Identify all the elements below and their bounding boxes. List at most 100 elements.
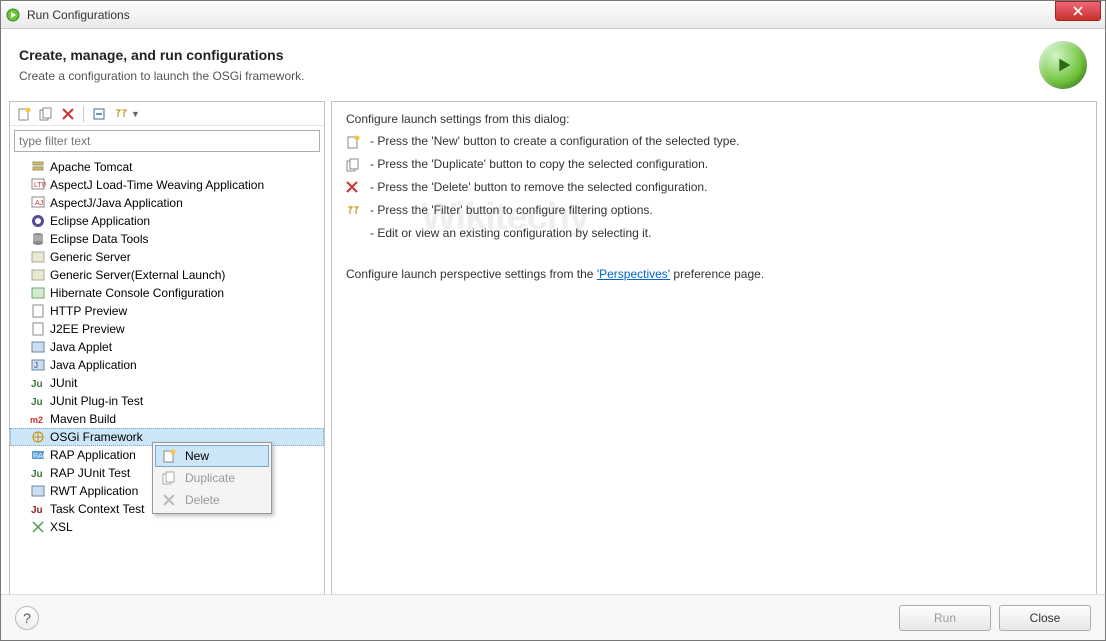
- config-type-icon: [30, 303, 46, 319]
- config-type-icon: Ju: [30, 375, 46, 391]
- instructions-heading: Configure launch settings from this dial…: [346, 112, 1082, 126]
- perspectives-suffix: preference page.: [670, 267, 764, 281]
- filter-box: [14, 130, 320, 152]
- tree-item-label: OSGi Framework: [50, 430, 143, 444]
- tree-item-label: Generic Server: [50, 250, 131, 264]
- tree-item[interactable]: HTTP Preview: [10, 302, 324, 320]
- tree-item[interactable]: J2EE Preview: [10, 320, 324, 338]
- config-type-icon: [30, 231, 46, 247]
- svg-text:Ju: Ju: [31, 505, 43, 516]
- tree-item[interactable]: J Java Application: [10, 356, 324, 374]
- instruction-new: - Press the 'New' button to create a con…: [370, 134, 739, 148]
- tree-item-label: Java Application: [50, 358, 137, 372]
- tree-item[interactable]: AJ AspectJ/Java Application: [10, 194, 324, 212]
- tree-item-label: RAP Application: [50, 448, 136, 462]
- svg-text:AJ: AJ: [35, 200, 43, 207]
- window-title: Run Configurations: [27, 8, 1055, 22]
- context-menu-icon: [161, 492, 177, 508]
- tree-item-label: Eclipse Application: [50, 214, 150, 228]
- left-toolbar: ▼: [10, 102, 324, 126]
- config-type-icon: [30, 213, 46, 229]
- dialog-footer: ? Run Close: [1, 594, 1105, 640]
- tree-item-label: Apache Tomcat: [50, 160, 133, 174]
- config-type-icon: RAP: [30, 447, 46, 463]
- tree-item[interactable]: Generic Server(External Launch): [10, 266, 324, 284]
- dialog-subtitle: Create a configuration to launch the OSG…: [19, 69, 304, 83]
- tree-item-label: Java Applet: [50, 340, 112, 354]
- instruction-delete: - Press the 'Delete' button to remove th…: [370, 180, 707, 194]
- tree-item-label: RAP JUnit Test: [50, 466, 130, 480]
- config-type-icon: J: [30, 357, 46, 373]
- help-button[interactable]: ?: [15, 606, 39, 630]
- duplicate-config-button[interactable]: [36, 104, 56, 124]
- instruction-edit: - Edit or view an existing configuration…: [370, 226, 651, 240]
- tree-item-label: AspectJ Load-Time Weaving Application: [50, 178, 264, 192]
- tree-item[interactable]: m2 Maven Build: [10, 410, 324, 428]
- tree-item-label: J2EE Preview: [50, 322, 125, 336]
- config-type-icon: [30, 159, 46, 175]
- tree-item[interactable]: Hibernate Console Configuration: [10, 284, 324, 302]
- context-menu-label: Delete: [185, 493, 220, 507]
- tree-item-label: Generic Server(External Launch): [50, 268, 225, 282]
- delete-icon: [346, 181, 362, 197]
- svg-text:RAP: RAP: [33, 453, 46, 460]
- titlebar: Run Configurations: [1, 1, 1105, 29]
- dialog-header: Create, manage, and run configurations C…: [1, 29, 1105, 101]
- svg-text:LTW: LTW: [34, 182, 46, 189]
- config-tree[interactable]: Apache Tomcat LTW AspectJ Load-Time Weavin…: [10, 156, 324, 607]
- tree-item-label: Maven Build: [50, 412, 116, 426]
- config-type-icon: Ju: [30, 393, 46, 409]
- tree-item[interactable]: Apache Tomcat: [10, 158, 324, 176]
- config-type-icon: [30, 321, 46, 337]
- filter-input[interactable]: [14, 130, 320, 152]
- window-close-button[interactable]: [1055, 1, 1101, 21]
- context-menu-icon: [161, 470, 177, 486]
- run-orb-icon: [1039, 41, 1087, 89]
- collapse-all-button[interactable]: [89, 104, 109, 124]
- tree-item-label: Eclipse Data Tools: [50, 232, 149, 246]
- context-menu-item: Delete: [155, 489, 269, 511]
- tree-item-label: AspectJ/Java Application: [50, 196, 183, 210]
- instruction-duplicate: - Press the 'Duplicate' button to copy t…: [370, 157, 708, 171]
- tree-item[interactable]: Eclipse Data Tools: [10, 230, 324, 248]
- tree-item[interactable]: Java Applet: [10, 338, 324, 356]
- run-button[interactable]: Run: [899, 605, 991, 631]
- configurations-panel: ▼ Apache Tomcat LTW AspectJ Load-Time Weav…: [9, 101, 325, 631]
- svg-text:m2: m2: [30, 415, 43, 425]
- new-config-button[interactable]: [14, 104, 34, 124]
- dropdown-arrow-icon[interactable]: ▼: [131, 109, 140, 119]
- close-button[interactable]: Close: [999, 605, 1091, 631]
- context-menu-item[interactable]: New: [155, 445, 269, 467]
- filter-button[interactable]: [111, 104, 131, 124]
- toolbar-separator: [83, 106, 84, 122]
- perspectives-link[interactable]: 'Perspectives': [597, 267, 670, 281]
- config-type-icon: AJ: [30, 195, 46, 211]
- tree-item[interactable]: JuJUnit Plug-in Test: [10, 392, 324, 410]
- tree-item[interactable]: Eclipse Application: [10, 212, 324, 230]
- svg-text:Ju: Ju: [31, 397, 43, 408]
- perspectives-line: Configure launch perspective settings fr…: [346, 267, 1082, 281]
- duplicate-icon: [346, 158, 362, 174]
- tree-item[interactable]: Generic Server: [10, 248, 324, 266]
- instruction-filter: - Press the 'Filter' button to configure…: [370, 203, 653, 217]
- config-type-icon: [30, 249, 46, 265]
- new-icon: [346, 135, 362, 151]
- tree-item-label: Hibernate Console Configuration: [50, 286, 224, 300]
- context-menu-label: New: [185, 449, 209, 463]
- context-menu-icon: [161, 448, 177, 464]
- perspectives-prefix: Configure launch perspective settings fr…: [346, 267, 597, 281]
- details-panel: Configure launch settings from this dial…: [331, 101, 1097, 631]
- delete-config-button[interactable]: [58, 104, 78, 124]
- tree-item-label: Task Context Test: [50, 502, 145, 516]
- context-menu: New Duplicate Delete: [152, 442, 272, 514]
- tree-item[interactable]: JuJUnit: [10, 374, 324, 392]
- config-type-icon: Ju: [30, 465, 46, 481]
- config-type-icon: [30, 339, 46, 355]
- svg-text:J: J: [34, 361, 38, 370]
- context-menu-item: Duplicate: [155, 467, 269, 489]
- config-type-icon: m2: [30, 411, 46, 427]
- config-type-icon: [30, 285, 46, 301]
- config-type-icon: Ju: [30, 501, 46, 517]
- tree-item[interactable]: LTW AspectJ Load-Time Weaving Application: [10, 176, 324, 194]
- tree-item[interactable]: XSL: [10, 518, 324, 536]
